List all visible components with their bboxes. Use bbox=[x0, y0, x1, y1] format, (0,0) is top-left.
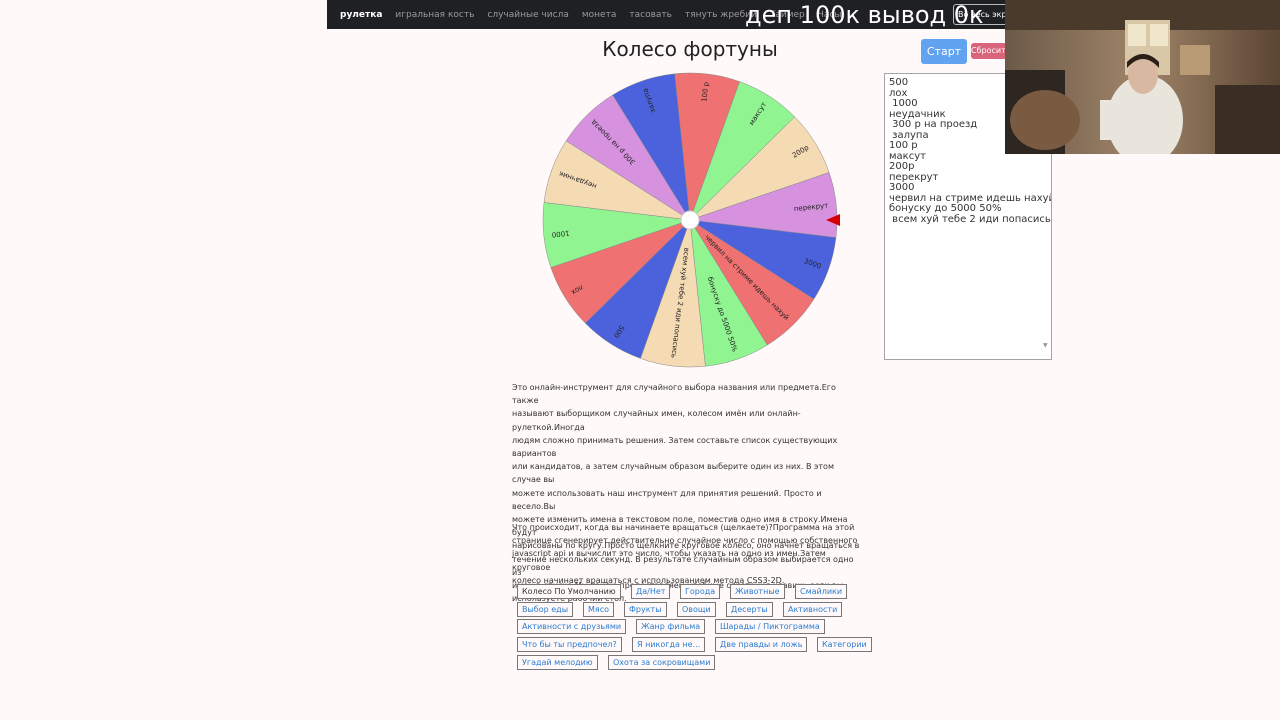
preset-wheel-button[interactable]: Угадай мелодию bbox=[517, 654, 598, 670]
preset-wheel-button[interactable]: Да/Нет bbox=[631, 584, 671, 599]
preset-wheel-button[interactable]: Категории bbox=[817, 637, 872, 653]
description-line: Это онлайн-инструмент для случайного выб… bbox=[512, 383, 836, 406]
names-line: 200р bbox=[889, 161, 915, 172]
description-paragraph-2: Что происходит, когда вы начинаете враща… bbox=[512, 521, 864, 587]
names-line: всем хуй тебе 2 иди попасись bbox=[889, 213, 1051, 225]
fortune-wheel[interactable]: 100 рмаксут200рперекрут3000червил на стр… bbox=[540, 70, 840, 370]
preset-wheel-button[interactable]: Овощи bbox=[677, 601, 716, 617]
preset-wheel-button[interactable]: Города bbox=[680, 584, 721, 599]
scroll-down-icon[interactable]: ▼ bbox=[1043, 342, 1048, 349]
webcam-overlay bbox=[1005, 0, 1280, 154]
stream-overlay-text: деп 100к вывод 0к bbox=[745, 1, 984, 29]
nav-item-coin[interactable]: монета bbox=[582, 10, 616, 20]
description-line: можете использовать наш инструмент для п… bbox=[512, 488, 822, 511]
names-line: бонуску до 5000 50% bbox=[889, 203, 1002, 214]
preset-wheel-button[interactable]: Животные bbox=[730, 584, 785, 599]
nav-item-random-numbers[interactable]: случайные числа bbox=[487, 10, 568, 20]
description-line: Что происходит, когда вы начинаете враща… bbox=[512, 523, 855, 532]
preset-wheel-button[interactable]: Активности bbox=[783, 601, 843, 617]
preset-wheel-button[interactable]: Шарады / Пиктограмма bbox=[715, 619, 825, 635]
preset-wheel-button[interactable]: Активности с друзьями bbox=[517, 619, 627, 635]
names-line: 3000 bbox=[889, 182, 915, 193]
reset-button[interactable]: Сбросить bbox=[971, 43, 1007, 59]
preset-wheel-button[interactable]: Я никогда не... bbox=[632, 637, 706, 653]
nav-item-roulette[interactable]: рулетка bbox=[340, 10, 382, 20]
description-line: называют выборщиком случайных имен, коле… bbox=[512, 409, 801, 432]
preset-wheel-button[interactable]: Фрукты bbox=[624, 601, 667, 617]
preset-wheel-button[interactable]: Десерты bbox=[726, 601, 773, 617]
page-title: Колесо фортуны bbox=[602, 37, 778, 61]
preset-wheel-button[interactable]: Жанр фильма bbox=[636, 619, 706, 635]
preset-wheel-button[interactable]: Смайлики bbox=[795, 584, 848, 599]
nav-item-dice[interactable]: игральная кость bbox=[395, 10, 474, 20]
preset-wheel-button[interactable]: Охота за сокровищами bbox=[608, 654, 716, 670]
description-line: или кандидатов, а затем случайным образо… bbox=[512, 462, 834, 485]
description-line: людям сложно принимать решения. Затем со… bbox=[512, 435, 838, 459]
preset-wheel-button[interactable]: Что бы ты предпочел? bbox=[517, 637, 622, 653]
wheel-center bbox=[680, 210, 700, 230]
start-button[interactable]: Старт bbox=[921, 39, 967, 64]
preset-wheel-button[interactable]: Выбор еды bbox=[517, 601, 574, 617]
preset-wheel-button[interactable]: Две правды и ложь bbox=[715, 637, 808, 653]
nav-item-shuffle[interactable]: тасовать bbox=[629, 10, 672, 20]
preset-wheel-button[interactable]: Колесо По Умолчанию bbox=[517, 584, 621, 599]
preset-wheel-button[interactable]: Мясо bbox=[583, 601, 615, 617]
description-line: javascript api и вычислит это число, что… bbox=[512, 549, 826, 572]
description-line: странице сгенерирует действительно случа… bbox=[512, 536, 858, 546]
